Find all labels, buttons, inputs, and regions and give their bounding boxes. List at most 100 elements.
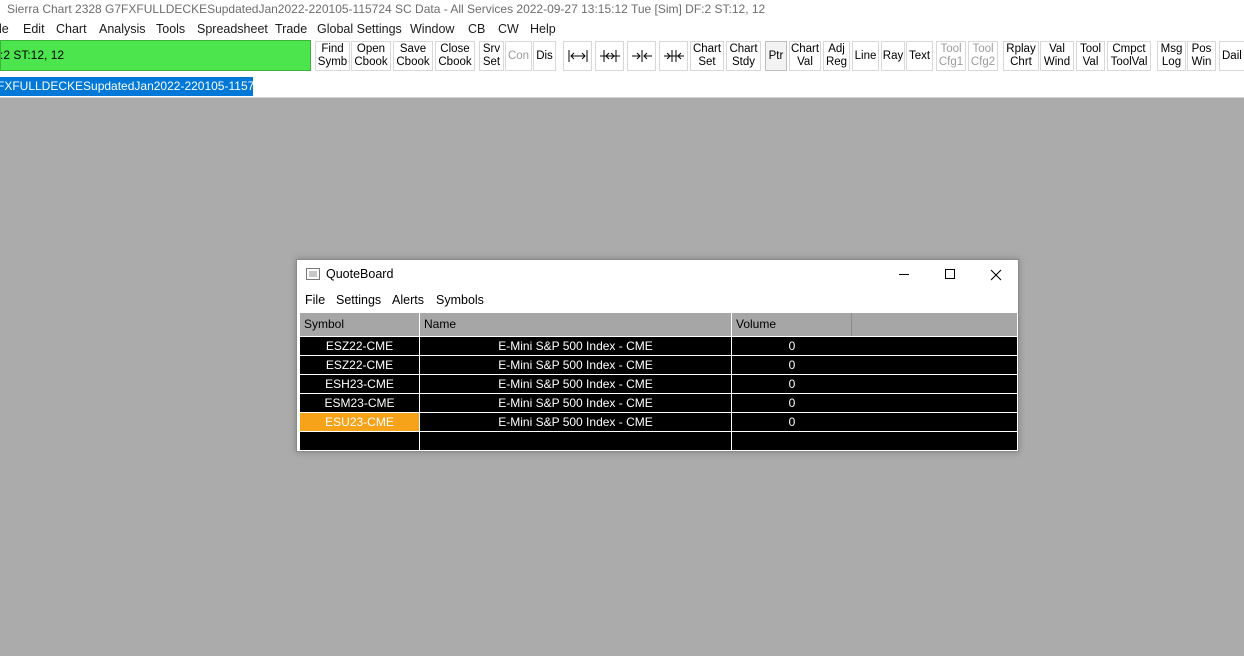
daily-button[interactable]: Dail bbox=[1219, 41, 1244, 71]
server-settings-button[interactable]: Srv Set bbox=[479, 41, 504, 71]
name-cell[interactable]: E-Mini S&P 500 Index - CME bbox=[420, 413, 731, 431]
connect-button[interactable]: Con bbox=[505, 41, 532, 71]
replay-chart-button[interactable]: Rplay Chrt bbox=[1003, 41, 1039, 71]
chart-tab-row: FXFULLDECKESupdatedJan2022-220105-115724 bbox=[0, 74, 1244, 98]
app-title-bar: Sierra Chart 2328 G7FXFULLDECKESupdatedJ… bbox=[0, 0, 1244, 19]
symbol-cell[interactable]: ESZ22-CME bbox=[300, 337, 419, 355]
column-header-volume[interactable]: Volume bbox=[732, 313, 852, 336]
chart-values-button[interactable]: Chart Val bbox=[789, 41, 821, 71]
maximize-icon[interactable] bbox=[927, 260, 973, 290]
button-label: Cfg1 bbox=[938, 56, 964, 68]
horizontal-expand-icon bbox=[568, 50, 587, 62]
button-label: Adj bbox=[828, 43, 845, 55]
volume-cell[interactable]: 0 bbox=[732, 337, 852, 355]
ray-tool-button[interactable]: Ray bbox=[881, 41, 905, 71]
chart-tab-active[interactable]: FXFULLDECKESupdatedJan2022-220105-115724 bbox=[0, 77, 253, 96]
scale-decrease-button[interactable] bbox=[627, 41, 656, 71]
values-window-button[interactable]: Val Wind bbox=[1040, 41, 1074, 71]
tool-values-button[interactable]: Tool Val bbox=[1076, 41, 1105, 71]
menu-cb[interactable]: CB bbox=[468, 22, 485, 37]
quoteboard-menu-symbols[interactable]: Symbols bbox=[436, 293, 484, 307]
menu-file[interactable]: le bbox=[0, 22, 9, 37]
main-toolbar: :2 ST:12, 12 Find Symb Open Cbook Save C… bbox=[0, 39, 1244, 74]
menu-tools[interactable]: Tools bbox=[156, 22, 185, 37]
quote-row[interactable]: ESZ22-CME E-Mini S&P 500 Index - CME 0 bbox=[300, 337, 1017, 356]
symbol-cell[interactable]: ESZ22-CME bbox=[300, 356, 419, 374]
symbol-cell[interactable]: ESH23-CME bbox=[300, 375, 419, 393]
quoteboard-title-bar[interactable]: QuoteBoard bbox=[297, 260, 1018, 290]
quoteboard-menu-alerts[interactable]: Alerts bbox=[392, 293, 424, 307]
minimize-icon[interactable] bbox=[881, 260, 927, 290]
tool-config-1-button[interactable]: Tool Cfg1 bbox=[936, 41, 966, 71]
close-icon[interactable] bbox=[973, 260, 1019, 290]
button-label: Dail bbox=[1222, 49, 1242, 62]
button-label: Open bbox=[356, 43, 386, 55]
menu-global-settings[interactable]: Global Settings bbox=[317, 22, 402, 37]
scale-compress-button[interactable] bbox=[659, 41, 688, 71]
button-label: Text bbox=[908, 49, 931, 62]
close-chartbook-button[interactable]: Close Cbook bbox=[435, 41, 475, 71]
button-label: Chart bbox=[790, 43, 820, 55]
quoteboard-menu-settings[interactable]: Settings bbox=[336, 293, 381, 307]
pointer-tool-button[interactable]: Ptr bbox=[765, 41, 787, 71]
button-label: Tool bbox=[1079, 43, 1102, 55]
menu-spreadsheet[interactable]: Spreadsheet bbox=[197, 22, 268, 37]
quoteboard-header-row: Symbol Name Volume bbox=[300, 313, 1017, 337]
name-cell[interactable]: E-Mini S&P 500 Index - CME bbox=[420, 375, 731, 393]
chart-status-text: :2 ST:12, 12 bbox=[0, 48, 65, 62]
chart-settings-button[interactable]: Chart Set bbox=[690, 41, 724, 71]
chart-status-box: :2 ST:12, 12 bbox=[0, 40, 311, 71]
name-cell[interactable]: E-Mini S&P 500 Index - CME bbox=[420, 394, 731, 412]
tool-config-2-button[interactable]: Tool Cfg2 bbox=[968, 41, 998, 71]
quote-row[interactable]: ESM23-CME E-Mini S&P 500 Index - CME 0 bbox=[300, 394, 1017, 413]
line-tool-button[interactable]: Line bbox=[852, 41, 879, 71]
button-label: Chart bbox=[729, 43, 758, 55]
quote-row[interactable]: ESH23-CME E-Mini S&P 500 Index - CME 0 bbox=[300, 375, 1017, 394]
menu-help[interactable]: Help bbox=[530, 22, 556, 37]
quoteboard-menu-file[interactable]: File bbox=[305, 293, 325, 307]
button-label: Cfg2 bbox=[970, 56, 996, 68]
symbol-cell[interactable]: ESM23-CME bbox=[300, 394, 419, 412]
text-tool-button[interactable]: Text bbox=[906, 41, 933, 71]
column-header-name[interactable]: Name bbox=[420, 313, 731, 336]
column-divider[interactable] bbox=[851, 313, 852, 336]
menu-trade[interactable]: Trade bbox=[275, 22, 307, 37]
adjust-region-button[interactable]: Adj Reg bbox=[823, 41, 850, 71]
open-chartbook-button[interactable]: Open Cbook bbox=[351, 41, 391, 71]
quote-row-empty[interactable] bbox=[300, 432, 1017, 451]
symbol-cell-selected[interactable]: ESU23-CME bbox=[300, 413, 419, 431]
button-label: Tool bbox=[972, 43, 994, 55]
button-label: Save bbox=[399, 43, 427, 55]
menu-analysis[interactable]: Analysis bbox=[99, 22, 146, 37]
name-cell[interactable]: E-Mini S&P 500 Index - CME bbox=[420, 337, 731, 355]
menu-chart[interactable]: Chart bbox=[56, 22, 87, 37]
button-label: Tool bbox=[940, 43, 962, 55]
menu-window[interactable]: Window bbox=[410, 22, 454, 37]
button-label: Val bbox=[1049, 43, 1065, 55]
volume-cell[interactable]: 0 bbox=[732, 375, 852, 393]
save-chartbook-button[interactable]: Save Cbook bbox=[393, 41, 433, 71]
column-header-symbol[interactable]: Symbol bbox=[300, 313, 419, 336]
find-symbol-button[interactable]: Find Symb bbox=[315, 41, 350, 71]
volume-cell[interactable]: 0 bbox=[732, 356, 852, 374]
quoteboard-window: QuoteBoard File Settings Alerts Symbols … bbox=[296, 259, 1019, 452]
button-label: Msg bbox=[1160, 43, 1183, 55]
quote-row-selected[interactable]: ESU23-CME E-Mini S&P 500 Index - CME 0 bbox=[300, 413, 1017, 432]
menu-cw[interactable]: CW bbox=[498, 22, 519, 37]
name-cell[interactable]: E-Mini S&P 500 Index - CME bbox=[420, 356, 731, 374]
quoteboard-menu-bar: File Settings Alerts Symbols bbox=[297, 290, 1018, 310]
compact-tool-values-button[interactable]: Cmpct ToolVal bbox=[1107, 41, 1151, 71]
message-log-button[interactable]: Msg Log bbox=[1157, 41, 1186, 71]
button-label: Wind bbox=[1043, 56, 1071, 68]
volume-cell[interactable]: 0 bbox=[732, 394, 852, 412]
menu-edit[interactable]: Edit bbox=[23, 22, 45, 37]
chart-studies-button[interactable]: Chart Stdy bbox=[726, 41, 761, 71]
quote-row[interactable]: ESZ22-CME E-Mini S&P 500 Index - CME 0 bbox=[300, 356, 1017, 375]
button-label: Close bbox=[440, 43, 470, 55]
scale-range-button[interactable] bbox=[563, 41, 592, 71]
scale-increase-button[interactable] bbox=[595, 41, 624, 71]
bar-spacing-decrease-icon bbox=[631, 50, 652, 62]
disconnect-button[interactable]: Dis bbox=[533, 41, 556, 71]
volume-cell[interactable]: 0 bbox=[732, 413, 852, 431]
positions-window-button[interactable]: Pos Win bbox=[1187, 41, 1216, 71]
